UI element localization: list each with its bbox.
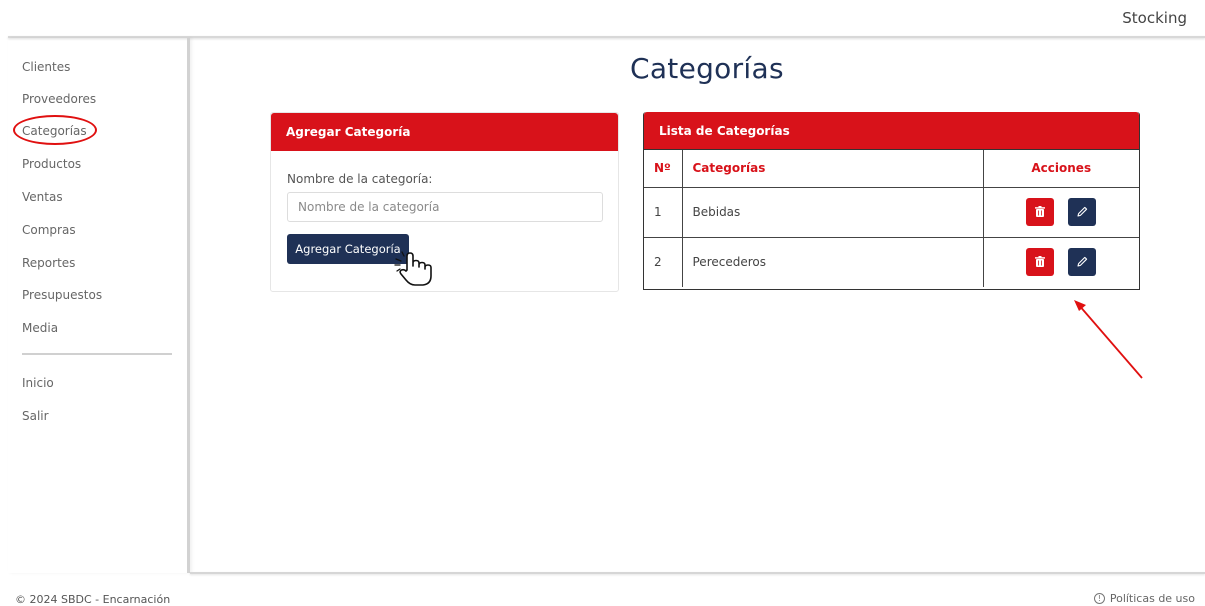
category-list-header: Lista de Categorías <box>644 112 1139 150</box>
brand-name: Stocking <box>1122 9 1187 27</box>
add-category-button[interactable]: Agregar Categoría <box>287 234 409 264</box>
row-actions <box>983 187 1139 238</box>
sidebar-divider <box>22 353 172 355</box>
row-number: 1 <box>644 187 683 238</box>
footer-policy-link[interactable]: ! Políticas de uso <box>1093 592 1195 605</box>
pencil-icon <box>1077 257 1088 267</box>
annotation-arrow-icon <box>1074 300 1143 379</box>
column-header-acciones: Acciones <box>983 150 1139 188</box>
column-header-categorias: Categorías <box>682 150 984 188</box>
category-name-label: Nombre de la categoría: <box>287 172 433 186</box>
page-title: Categorías <box>630 52 784 85</box>
table-header-row: Nº Categorías Acciones <box>644 150 1139 188</box>
delete-button[interactable] <box>1026 248 1055 277</box>
edit-button[interactable] <box>1068 198 1097 226</box>
add-category-header: Agregar Categoría <box>271 113 618 151</box>
row-actions <box>983 237 1139 287</box>
row-number: 2 <box>644 237 683 287</box>
bottom-divider <box>190 572 1205 574</box>
sidebar-item-proveedores[interactable]: Proveedores <box>22 92 96 106</box>
sidebar-item-salir[interactable]: Salir <box>22 409 49 423</box>
trash-icon <box>1035 206 1046 217</box>
row-category-name: Bebidas <box>682 187 984 238</box>
sidebar-item-ventas[interactable]: Ventas <box>22 190 63 204</box>
sidebar-item-productos[interactable]: Productos <box>22 157 81 171</box>
sidebar-item-clientes[interactable]: Clientes <box>22 60 70 74</box>
sidebar: Clientes Proveedores Categorías Producto… <box>8 38 190 573</box>
sidebar-item-media[interactable]: Media <box>22 321 58 335</box>
column-header-number: Nº <box>644 150 683 188</box>
sidebar-item-compras[interactable]: Compras <box>22 223 76 237</box>
sidebar-item-presupuestos[interactable]: Presupuestos <box>22 288 102 302</box>
info-icon: ! <box>1093 593 1105 604</box>
sidebar-item-inicio[interactable]: Inicio <box>22 376 54 390</box>
policy-label: Políticas de uso <box>1109 592 1195 605</box>
category-list-card: Lista de Categorías Nº Categorías Accion… <box>643 112 1140 290</box>
add-category-card: Agregar Categoría Nombre de la categoría… <box>270 112 619 292</box>
footer-copyright: © 2024 SBDC - Encarnación <box>15 593 171 606</box>
top-bar: Stocking <box>0 0 1205 36</box>
row-category-name: Perecederos <box>682 237 984 287</box>
delete-button[interactable] <box>1026 198 1055 226</box>
pencil-icon <box>1077 206 1088 217</box>
active-highlight-circle <box>13 115 97 145</box>
category-table: Nº Categorías Acciones 1 Bebidas 2 Perec… <box>644 150 1139 287</box>
table-row: 1 Bebidas <box>644 187 1139 238</box>
category-name-input[interactable] <box>287 192 603 222</box>
trash-icon <box>1035 256 1046 268</box>
hand-cursor-icon <box>394 251 432 286</box>
sidebar-item-reportes[interactable]: Reportes <box>22 256 75 270</box>
edit-button[interactable] <box>1068 248 1097 277</box>
table-row: 2 Perecederos <box>644 237 1139 287</box>
